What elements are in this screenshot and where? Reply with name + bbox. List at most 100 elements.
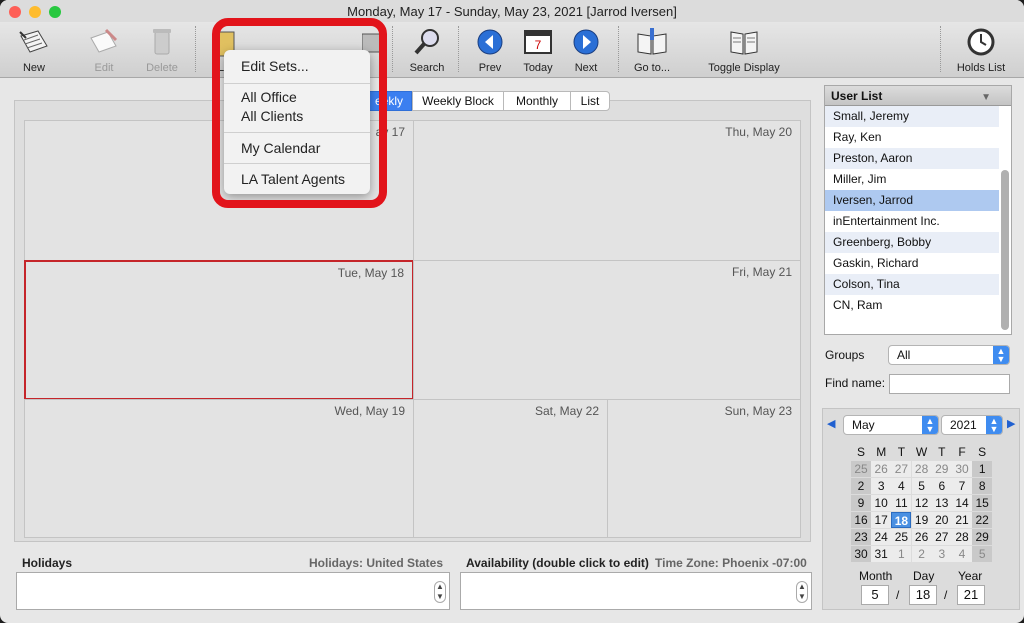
- availability-label: Availability (double click to edit): [466, 556, 649, 570]
- calendar-day[interactable]: 3: [931, 546, 952, 562]
- scroll-stepper-icon[interactable]: ▲ ▼: [434, 581, 446, 603]
- calendar-day[interactable]: 31: [871, 546, 892, 562]
- weekday-header: F: [958, 445, 966, 459]
- toggle-display-button[interactable]: Toggle Display: [700, 24, 788, 74]
- zoom-window-button[interactable]: [49, 6, 61, 18]
- year-field[interactable]: 21: [957, 585, 985, 605]
- prev-button[interactable]: Prev: [470, 24, 510, 74]
- calendar-day[interactable]: 29: [931, 461, 952, 477]
- calendar-day[interactable]: 27: [931, 529, 952, 545]
- calendar-day[interactable]: 6: [931, 478, 952, 494]
- calendar-day[interactable]: 16: [851, 512, 871, 528]
- calendar-day[interactable]: 23: [851, 529, 871, 545]
- user-list-item[interactable]: inEntertainment Inc.: [825, 211, 999, 232]
- next-button[interactable]: Next: [566, 24, 606, 74]
- month-field[interactable]: 5: [861, 585, 889, 605]
- calendar-day[interactable]: 2: [911, 546, 932, 562]
- year-select[interactable]: 2021 ▲ ▼: [941, 415, 1003, 435]
- user-list-scrollbar[interactable]: [1001, 170, 1009, 330]
- holds-list-button[interactable]: Holds List: [950, 24, 1012, 74]
- tab-list[interactable]: List: [570, 91, 610, 111]
- calendar-day[interactable]: 11: [891, 495, 912, 511]
- day-label: Sat, May 22: [534, 404, 599, 418]
- calendar-day[interactable]: 20: [931, 512, 952, 528]
- calendar-day[interactable]: 24: [871, 529, 892, 545]
- holidays-box[interactable]: ▲ ▼: [16, 572, 450, 610]
- window-title: Monday, May 17 - Sunday, May 23, 2021 [J…: [347, 4, 677, 19]
- calendar-day[interactable]: 26: [871, 461, 892, 477]
- user-list-rows: Small, Jeremy Ray, Ken Preston, Aaron Mille…: [825, 106, 1011, 316]
- calendar-day[interactable]: 30: [851, 546, 871, 562]
- next-month-icon[interactable]: ▶: [1007, 417, 1015, 430]
- weekday-header: S: [856, 445, 865, 459]
- chevron-updown-icon: ▲ ▼: [922, 416, 938, 434]
- calendar-day[interactable]: 18: [891, 512, 912, 528]
- calendar-day[interactable]: 22: [972, 512, 993, 528]
- delete-button[interactable]: Delete: [140, 24, 184, 74]
- new-entry-icon: [19, 30, 48, 53]
- user-list-item[interactable]: Gaskin, Richard: [825, 253, 999, 274]
- day-cell-tuesday[interactable]: Tue, May 18: [24, 260, 414, 400]
- new-button[interactable]: New: [12, 24, 56, 74]
- calendar-day[interactable]: 5: [911, 478, 932, 494]
- calendar-day[interactable]: 13: [931, 495, 952, 511]
- calendar-day[interactable]: 27: [891, 461, 912, 477]
- minimize-window-button[interactable]: [29, 6, 41, 18]
- calendar-day[interactable]: 4: [952, 546, 972, 562]
- calendar-day[interactable]: 25: [891, 529, 912, 545]
- day-cell-friday[interactable]: Fri, May 21: [413, 260, 801, 400]
- prev-month-icon[interactable]: ◀: [827, 417, 835, 430]
- scroll-stepper-icon[interactable]: ▲ ▼: [796, 581, 808, 603]
- calendar-day[interactable]: 10: [871, 495, 892, 511]
- calendar-day[interactable]: 12: [911, 495, 932, 511]
- calendar-day[interactable]: 19: [911, 512, 932, 528]
- calendar-day[interactable]: 8: [972, 478, 993, 494]
- groups-select[interactable]: All ▲ ▼: [888, 345, 1010, 365]
- calendar-day[interactable]: 29: [972, 529, 993, 545]
- today-button[interactable]: 7 Today: [516, 24, 560, 74]
- edit-button[interactable]: Edit: [82, 24, 126, 74]
- calendar-day[interactable]: 14: [952, 495, 972, 511]
- user-list-item[interactable]: Small, Jeremy: [825, 106, 999, 127]
- day-label: Tue, May 18: [337, 266, 404, 280]
- day-cell-wednesday[interactable]: Wed, May 19: [24, 399, 414, 538]
- user-list-item[interactable]: Miller, Jim: [825, 169, 999, 190]
- calendar-day[interactable]: 26: [911, 529, 932, 545]
- calendar-day[interactable]: 17: [871, 512, 892, 528]
- find-name-input[interactable]: [889, 374, 1010, 394]
- user-list-item[interactable]: Preston, Aaron: [825, 148, 999, 169]
- tab-monthly[interactable]: Monthly: [503, 91, 571, 111]
- user-list-item[interactable]: Iversen, Jarrod: [825, 190, 999, 211]
- arrow-left-icon: [477, 29, 503, 55]
- day-field[interactable]: 18: [909, 585, 937, 605]
- calendar-day[interactable]: 30: [952, 461, 972, 477]
- calendar-day[interactable]: 1: [972, 461, 993, 477]
- calendar-day[interactable]: 3: [871, 478, 892, 494]
- calendar-day[interactable]: 1: [891, 546, 912, 562]
- calendar-day[interactable]: 2: [851, 478, 871, 494]
- calendar-day[interactable]: 7: [952, 478, 972, 494]
- highlight-annotation: [212, 18, 387, 208]
- user-list-item[interactable]: Colson, Tina: [825, 274, 999, 295]
- search-button[interactable]: Search: [404, 24, 450, 74]
- calendar-day[interactable]: 28: [952, 529, 972, 545]
- calendar-day[interactable]: 25: [851, 461, 871, 477]
- day-cell-sunday[interactable]: Sun, May 23: [607, 399, 801, 538]
- user-list-header[interactable]: User List ▼: [825, 86, 1011, 106]
- goto-button[interactable]: Go to...: [628, 24, 676, 74]
- day-cell-thursday[interactable]: Thu, May 20: [413, 120, 801, 261]
- availability-box[interactable]: ▲ ▼: [460, 572, 812, 610]
- calendar-day[interactable]: 21: [952, 512, 972, 528]
- calendar-day[interactable]: 4: [891, 478, 912, 494]
- calendar-day[interactable]: 5: [972, 546, 993, 562]
- user-list-item[interactable]: Greenberg, Bobby: [825, 232, 999, 253]
- close-window-button[interactable]: [9, 6, 21, 18]
- day-cell-saturday[interactable]: Sat, May 22: [413, 399, 608, 538]
- month-select[interactable]: May ▲ ▼: [843, 415, 939, 435]
- user-list-item[interactable]: Ray, Ken: [825, 127, 999, 148]
- user-list-item[interactable]: CN, Ram: [825, 295, 999, 316]
- tab-weekly-block[interactable]: Weekly Block: [412, 91, 504, 111]
- calendar-day[interactable]: 28: [911, 461, 932, 477]
- calendar-day[interactable]: 9: [851, 495, 871, 511]
- calendar-day[interactable]: 15: [972, 495, 993, 511]
